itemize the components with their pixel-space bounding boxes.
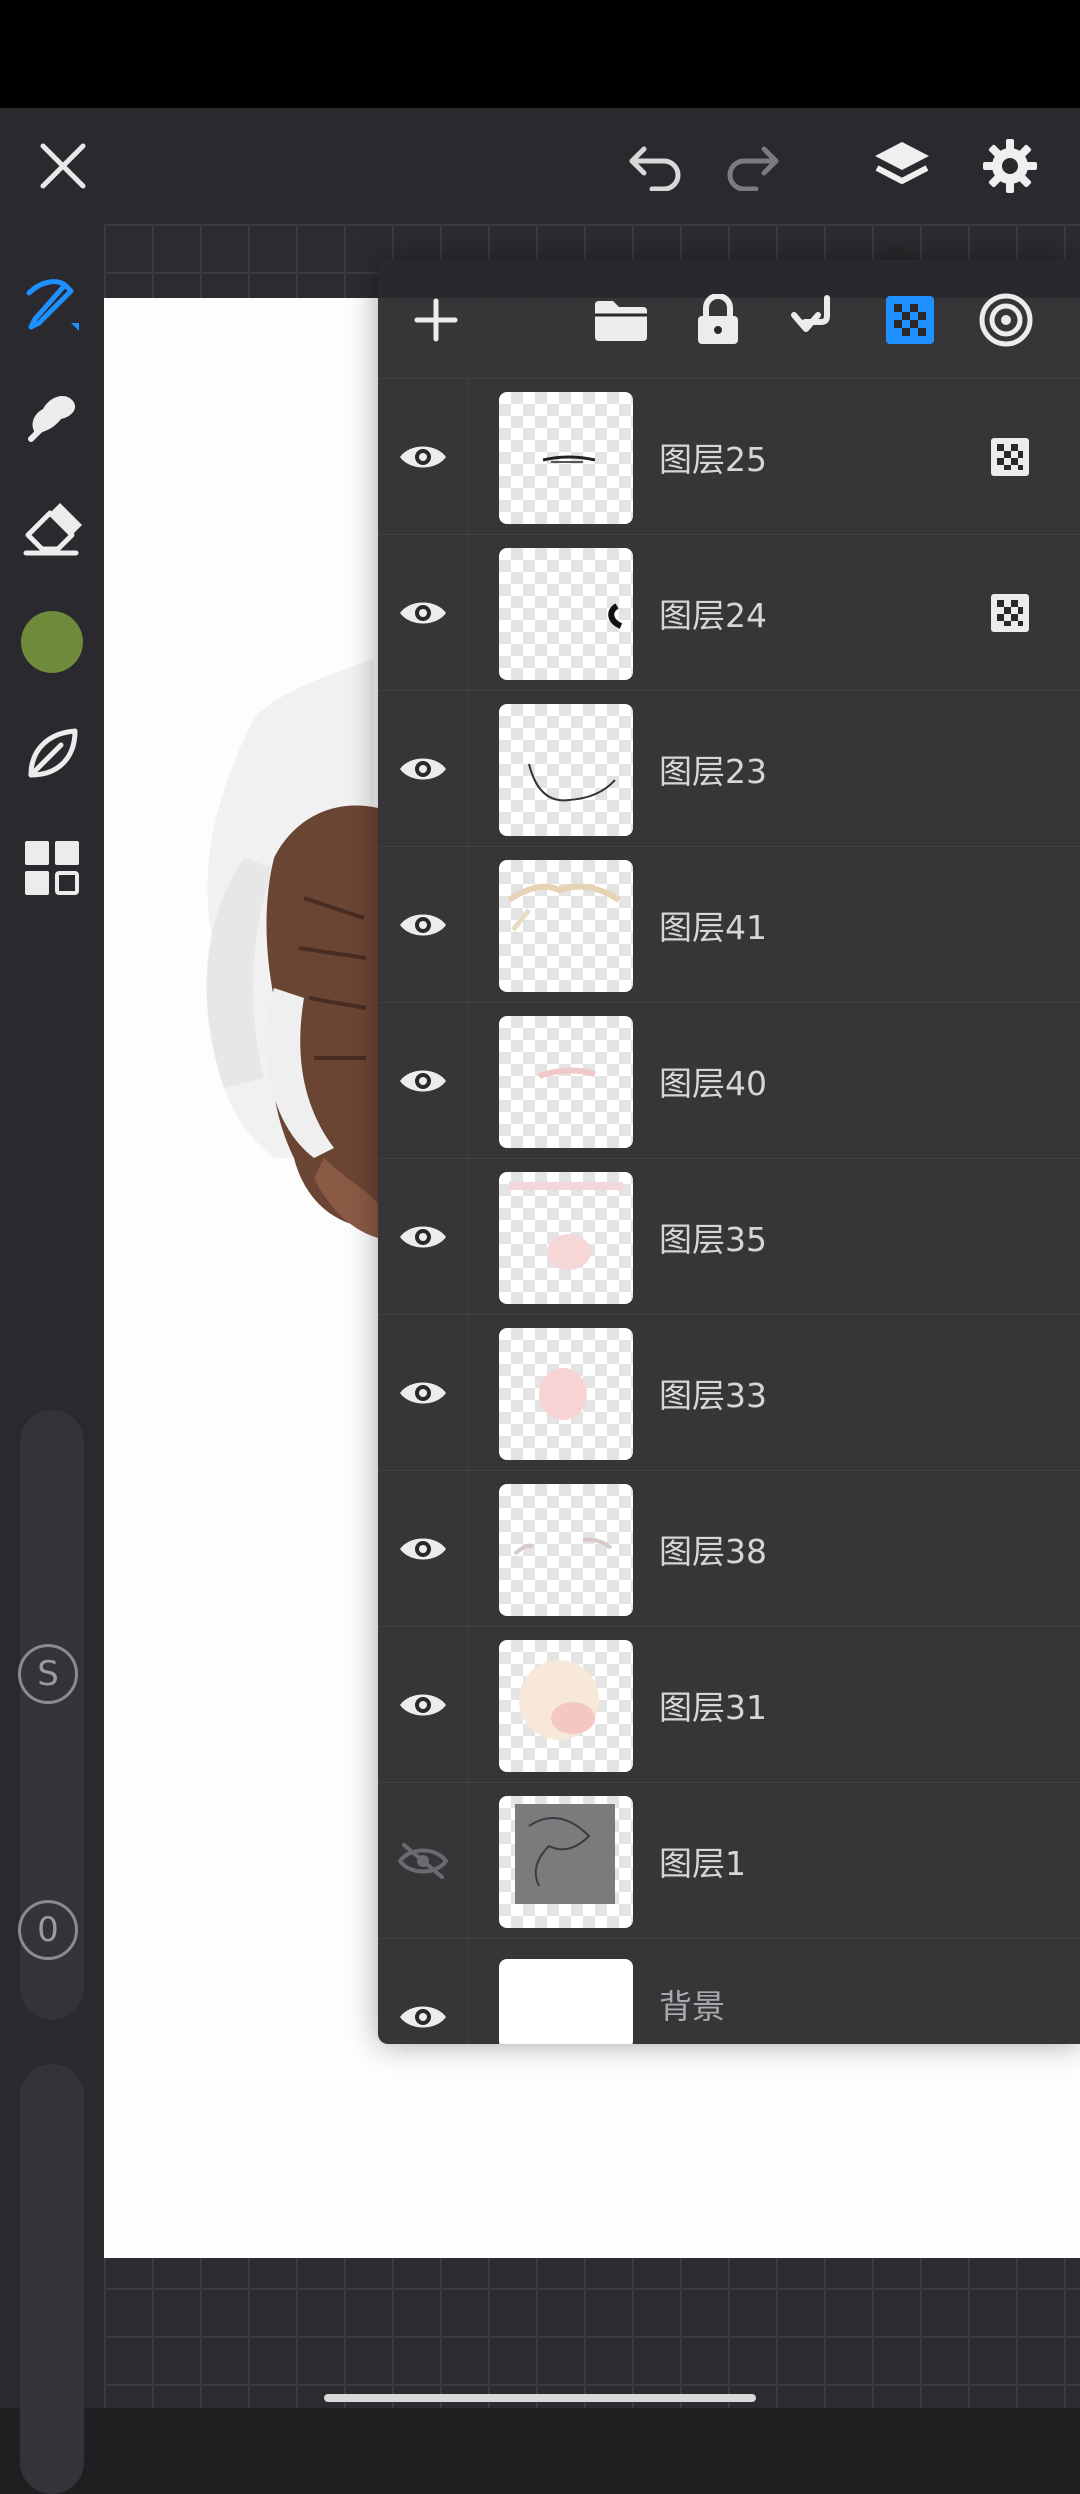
left-toolbar: S 0	[0, 224, 104, 2494]
layer-thumbnail	[499, 704, 633, 836]
layer-thumbnail	[499, 1640, 633, 1772]
layer-thumbnail	[499, 860, 633, 992]
layer-thumbnail	[499, 1016, 633, 1148]
layer-thumbnail	[499, 1328, 633, 1460]
layers-panel: 图层25 图层24 图层23 图层41 图层40 图层35 图层33 图层38 图层31 图层1 背…	[378, 260, 1080, 2044]
layer-row[interactable]: 图层31	[378, 1626, 1080, 1783]
panel-pointer	[876, 240, 920, 262]
layer-row[interactable]: 图层38	[378, 1470, 1080, 1627]
leaf-icon[interactable]	[12, 714, 92, 794]
layer-thumbnail	[499, 1172, 633, 1304]
layer-row[interactable]: 图层40	[378, 1002, 1080, 1159]
close-icon[interactable]	[23, 126, 103, 206]
eye-icon[interactable]	[378, 1159, 469, 1315]
add-icon[interactable]	[398, 282, 474, 358]
brush-size-label: S	[37, 1654, 59, 1694]
blend-mode-icon[interactable]	[968, 282, 1044, 358]
layer-name: 图层41	[659, 908, 767, 947]
alpha-lock-badge-icon	[986, 433, 1034, 481]
layer-name: 图层1	[659, 1844, 746, 1883]
layer-name: 背景	[659, 1987, 725, 2026]
redo-icon[interactable]	[712, 126, 792, 206]
folder-icon[interactable]	[583, 282, 659, 358]
layer-thumbnail	[499, 1959, 633, 2044]
layer-name: 图层33	[659, 1376, 767, 1415]
opacity-label: 0	[37, 1910, 59, 1950]
layer-name: 图层25	[659, 440, 767, 479]
eye-icon[interactable]	[378, 1939, 469, 2044]
color-swatch[interactable]	[12, 602, 92, 682]
eye-icon[interactable]	[378, 1627, 469, 1783]
brush-icon[interactable]	[12, 264, 92, 344]
layers-icon[interactable]	[862, 126, 942, 206]
opacity-slider[interactable]	[20, 2064, 84, 2494]
layer-row[interactable]: 图层23	[378, 690, 1080, 847]
eye-icon[interactable]	[378, 1315, 469, 1471]
eye-icon[interactable]	[378, 691, 469, 847]
layer-row[interactable]: 背景	[378, 1938, 1080, 2044]
top-toolbar	[0, 108, 1080, 224]
eye-icon[interactable]	[378, 847, 469, 1003]
eye-icon[interactable]	[378, 535, 469, 691]
grid-icon[interactable]	[12, 828, 92, 908]
eye-icon[interactable]	[378, 1003, 469, 1159]
eraser-icon[interactable]	[12, 486, 92, 566]
merge-down-icon[interactable]	[776, 282, 852, 358]
layer-thumbnail	[499, 548, 633, 680]
layer-row[interactable]: 图层41	[378, 846, 1080, 1003]
brush-size-knob[interactable]: S	[18, 1644, 78, 1704]
smudge-icon[interactable]	[12, 374, 92, 454]
eye-icon[interactable]	[378, 379, 469, 535]
layers-panel-toolbar	[378, 260, 1080, 378]
opacity-knob[interactable]: 0	[18, 1900, 78, 1960]
layer-thumbnail	[499, 392, 633, 524]
alpha-lock-icon[interactable]	[872, 282, 948, 358]
home-indicator[interactable]	[324, 2394, 756, 2402]
lock-icon[interactable]	[680, 282, 756, 358]
layer-row[interactable]: 图层35	[378, 1158, 1080, 1315]
layer-row[interactable]: 图层1	[378, 1782, 1080, 1939]
layer-row[interactable]: 图层24	[378, 534, 1080, 691]
layer-row[interactable]: 图层25	[378, 378, 1080, 535]
layer-name: 图层35	[659, 1220, 767, 1259]
layer-row[interactable]: 图层33	[378, 1314, 1080, 1471]
layer-thumbnail	[499, 1484, 633, 1616]
layer-thumbnail	[499, 1796, 633, 1928]
eye-icon[interactable]	[378, 1471, 469, 1627]
layer-name: 图层40	[659, 1064, 767, 1103]
layer-name: 图层31	[659, 1688, 767, 1727]
layer-name: 图层23	[659, 752, 767, 791]
current-color-circle	[21, 611, 83, 673]
eye-hidden-icon[interactable]	[378, 1783, 469, 1939]
status-bar	[0, 0, 1080, 108]
layer-name: 图层38	[659, 1532, 767, 1571]
undo-icon[interactable]	[616, 126, 696, 206]
layer-name: 图层24	[659, 596, 767, 635]
gear-icon[interactable]	[970, 126, 1050, 206]
alpha-lock-badge-icon	[986, 589, 1034, 637]
